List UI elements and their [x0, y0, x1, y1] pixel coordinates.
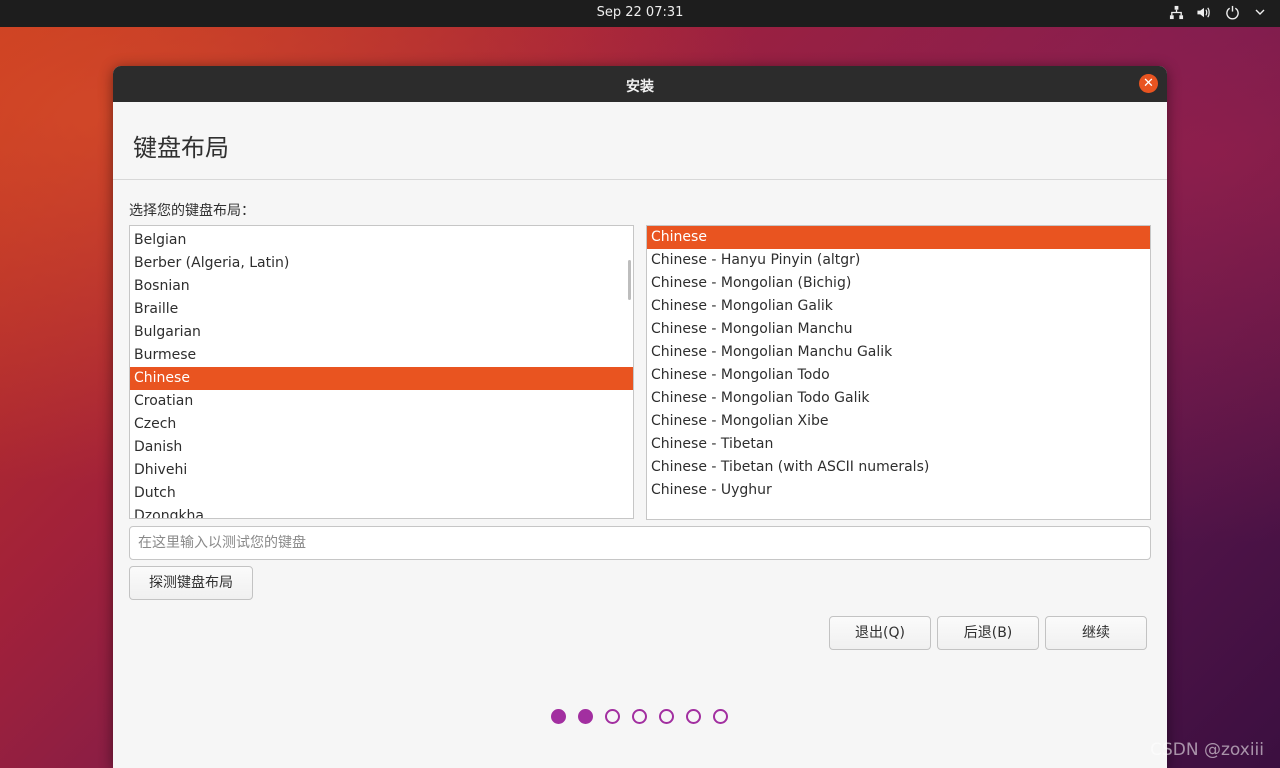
progress-dot: [686, 709, 701, 724]
watermark: CSDN @zoxiii: [1150, 740, 1264, 760]
variant-list[interactable]: Chinese Chinese - Hanyu Pinyin (altgr) Chi…: [646, 225, 1151, 520]
layout-list-item[interactable]: Belgian: [130, 229, 633, 252]
variant-list-item[interactable]: Chinese - Uyghur: [647, 479, 1150, 502]
layout-list-item[interactable]: Bosnian: [130, 275, 633, 298]
layout-list-item[interactable]: Berber (Algeria, Latin): [130, 252, 633, 275]
layout-list[interactable]: Belgian Berber (Algeria, Latin) Bosnian Bra…: [129, 225, 634, 519]
progress-dot: [659, 709, 674, 724]
page-title: 键盘布局: [133, 134, 229, 162]
progress-dot: [578, 709, 593, 724]
installer-window: 安装 ✕ 键盘布局 选择您的键盘布局： Belgian Berber (Alger…: [113, 66, 1167, 768]
layout-list-scrollbar[interactable]: [628, 260, 631, 300]
detect-layout-button[interactable]: 探测键盘布局: [129, 566, 253, 600]
volume-icon[interactable]: [1196, 4, 1212, 20]
layout-list-item[interactable]: Bulgarian: [130, 321, 633, 344]
layout-prompt: 选择您的键盘布局：: [129, 203, 255, 219]
layout-list-item[interactable]: Dutch: [130, 482, 633, 505]
layout-list-item[interactable]: Chinese: [130, 367, 633, 390]
window-title: 安装: [626, 79, 654, 95]
layout-list-item[interactable]: Dzongkha: [130, 505, 633, 518]
chevron-down-icon[interactable]: [1252, 4, 1268, 20]
quit-button[interactable]: 退出(Q): [829, 616, 931, 650]
top-bar: Sep 22 07:31: [0, 0, 1280, 27]
layout-list-item[interactable]: Croatian: [130, 390, 633, 413]
variant-list-item[interactable]: Chinese - Mongolian Todo Galik: [647, 387, 1150, 410]
variant-list-item[interactable]: Chinese - Mongolian Manchu: [647, 318, 1150, 341]
progress-dot: [605, 709, 620, 724]
progress-dot: [551, 709, 566, 724]
layout-list-item[interactable]: Burmese: [130, 344, 633, 367]
network-icon[interactable]: [1168, 4, 1184, 20]
close-icon: ✕: [1143, 76, 1154, 91]
layout-list-item[interactable]: Danish: [130, 436, 633, 459]
layout-list-item[interactable]: Czech: [130, 413, 633, 436]
progress-dot: [713, 709, 728, 724]
layout-list-item[interactable]: Braille: [130, 298, 633, 321]
variant-list-item[interactable]: Chinese - Mongolian Galik: [647, 295, 1150, 318]
variant-list-item[interactable]: Chinese - Mongolian (Bichig): [647, 272, 1150, 295]
progress-dot: [632, 709, 647, 724]
close-button[interactable]: ✕: [1139, 74, 1158, 93]
variant-list-item[interactable]: Chinese - Mongolian Manchu Galik: [647, 341, 1150, 364]
power-icon[interactable]: [1224, 4, 1240, 20]
variant-list-item[interactable]: Chinese: [647, 226, 1150, 249]
variant-list-item[interactable]: Chinese - Hanyu Pinyin (altgr): [647, 249, 1150, 272]
variant-list-item[interactable]: Chinese - Mongolian Xibe: [647, 410, 1150, 433]
keyboard-test-input[interactable]: [129, 526, 1151, 560]
variant-list-item[interactable]: Chinese - Tibetan (with ASCII numerals): [647, 456, 1150, 479]
window-titlebar[interactable]: 安装 ✕: [113, 66, 1167, 102]
system-tray[interactable]: [1168, 4, 1268, 20]
variant-list-item[interactable]: Chinese - Mongolian Todo: [647, 364, 1150, 387]
back-button[interactable]: 后退(B): [937, 616, 1039, 650]
progress-dots: [551, 709, 728, 724]
variant-list-item[interactable]: Chinese - Tibetan: [647, 433, 1150, 456]
continue-button[interactable]: 继续: [1045, 616, 1147, 650]
clock[interactable]: Sep 22 07:31: [0, 5, 1280, 20]
page-header: 键盘布局: [113, 102, 1167, 180]
layout-list-item[interactable]: Dhivehi: [130, 459, 633, 482]
